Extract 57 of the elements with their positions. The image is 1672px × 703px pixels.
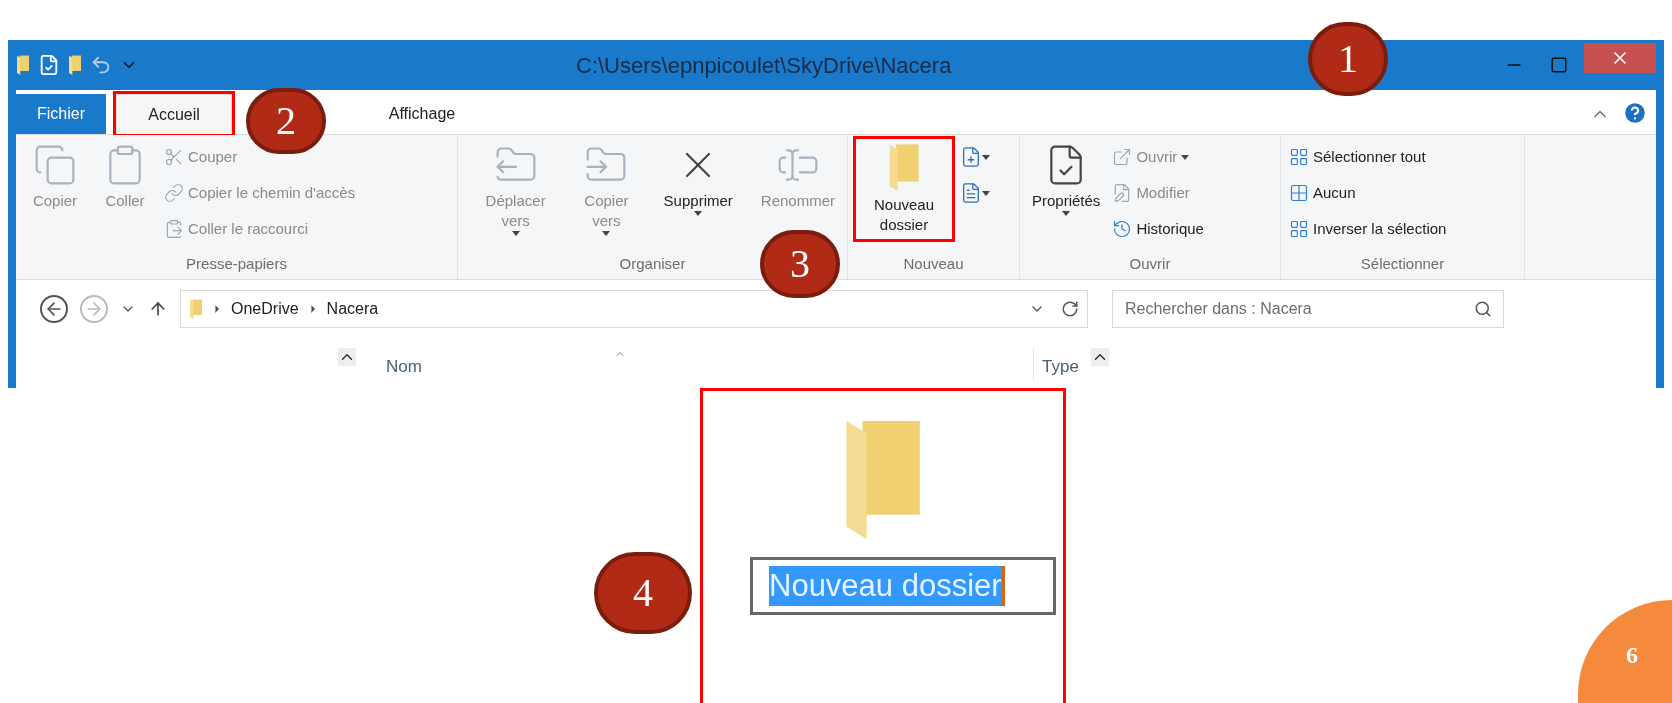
- close-button[interactable]: [1584, 43, 1656, 73]
- ribbon-icon: [164, 219, 184, 239]
- back-icon[interactable]: [40, 295, 68, 323]
- breadcrumb[interactable]: Nacera: [326, 297, 379, 321]
- caret-icon: [602, 231, 611, 236]
- ribbon-button[interactable]: Propriétés: [1028, 139, 1105, 220]
- step-badge: 6: [1578, 600, 1672, 703]
- ribbon-icon: [164, 183, 184, 203]
- new-folder-icon: [68, 55, 82, 75]
- column-header[interactable]: Type: [1042, 348, 1079, 380]
- refresh-icon[interactable]: [1061, 300, 1079, 318]
- ribbon-tab[interactable]: Accueil: [116, 94, 232, 134]
- ribbon-button[interactable]: Nouveau dossier: [856, 139, 952, 239]
- ribbon-icon: [33, 143, 77, 187]
- group-label: Nouveau: [903, 253, 964, 274]
- ribbon-button[interactable]: Inverser la sélection: [1289, 211, 1447, 247]
- search-icon: [1474, 300, 1492, 318]
- caret-icon: [1062, 211, 1071, 216]
- group-label: Presse-papiers: [186, 253, 287, 274]
- caret-icon: [694, 211, 703, 216]
- ribbon-button[interactable]: Sélectionner tout: [1289, 139, 1447, 175]
- ribbon-button[interactable]: Supprimer: [659, 139, 737, 220]
- column-header[interactable]: Nom: [386, 348, 626, 380]
- breadcrumb[interactable]: OneDrive: [231, 297, 299, 321]
- caret-icon: [982, 190, 990, 196]
- address-field[interactable]: OneDrive Nacera: [180, 290, 1088, 328]
- caret-icon: [511, 231, 520, 236]
- ribbon-tab[interactable]: Fichier: [16, 94, 106, 134]
- scroll-up-icon[interactable]: [1090, 348, 1109, 366]
- group-label: Organiser: [619, 253, 686, 274]
- ribbon-icon: [164, 147, 184, 167]
- maximize-icon[interactable]: [1550, 56, 1568, 74]
- group-label: Sélectionner: [1360, 253, 1445, 274]
- ribbon-tab[interactable]: Affichage: [362, 94, 482, 134]
- folder-icon: [189, 299, 203, 319]
- help-icon[interactable]: [1622, 100, 1648, 126]
- group-label: Ouvrir: [1129, 253, 1171, 274]
- step-badge: 1: [1308, 22, 1388, 96]
- undo-icon[interactable]: [90, 54, 112, 76]
- properties-icon[interactable]: [38, 54, 60, 76]
- ribbon-button[interactable]: Aucun: [1289, 175, 1447, 211]
- ribbon-button[interactable]: Historique: [1112, 211, 1204, 247]
- ribbon-icon: [1112, 147, 1133, 167]
- ribbon-icon: [1289, 219, 1309, 239]
- search-field[interactable]: Rechercher dans : Nacera: [1112, 290, 1504, 328]
- folder-icon: [887, 143, 921, 191]
- caret-icon: [982, 154, 990, 160]
- ribbon-icon: [1289, 183, 1309, 203]
- document-icon: [960, 182, 982, 204]
- window-title: C:\Users\epnpicoulet\SkyDrive\Nacera: [576, 51, 952, 80]
- caret-icon: [1181, 154, 1190, 160]
- ribbon-icon: [1289, 147, 1309, 167]
- document-icon: [960, 146, 982, 168]
- scroll-up-icon[interactable]: [338, 348, 356, 366]
- step-badge: 4: [594, 552, 692, 634]
- folder-icon: [16, 55, 30, 75]
- ribbon-icon: [1112, 219, 1133, 239]
